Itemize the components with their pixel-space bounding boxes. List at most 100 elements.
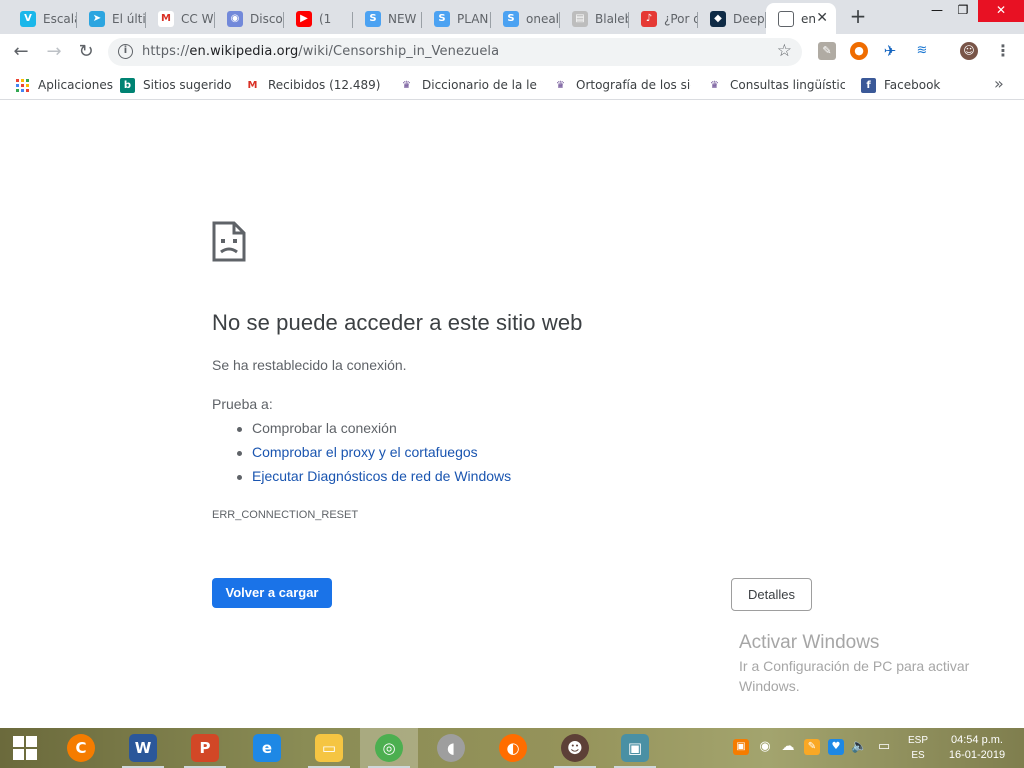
tab-8[interactable]: Soneal — [491, 3, 560, 34]
taskbar-app-4[interactable]: e — [238, 728, 296, 768]
speaker-app-icon: ◖ — [437, 734, 465, 762]
tray-extension-icon[interactable]: ✎ — [804, 739, 820, 755]
close-window-button[interactable]: ✕ — [978, 0, 1024, 22]
youtube-icon: ▶ — [296, 10, 312, 27]
tab-title: El últi — [112, 11, 146, 26]
tab-2[interactable]: ➤ El últi — [77, 3, 146, 34]
back-button[interactable]: ← — [10, 41, 32, 63]
clock[interactable]: 04:54 p.m. 16-01-2019 — [944, 733, 1010, 763]
site-info-icon[interactable]: i — [118, 44, 133, 59]
suggestion-item: Comprobar la conexión — [236, 420, 511, 444]
bookmark-item[interactable]: ♛ Ortografía de los sign — [553, 76, 691, 94]
bookmark-item[interactable]: ♛ Diccionario de la leng — [399, 76, 537, 94]
tab-3[interactable]: M CC W — [146, 3, 215, 34]
bookmark-star-icon[interactable]: ☆ — [777, 41, 792, 61]
bookmark-item[interactable]: b Sitios sugeridos — [120, 76, 232, 94]
toolbar: ← → ↻ i https://en.wikipedia.org/wiki/Ce… — [0, 34, 1024, 70]
tab-title: NEW — [388, 11, 417, 26]
bookmark-item[interactable]: ♛ Consultas lingüísticas — [707, 76, 845, 94]
watermark-title: Activar Windows — [739, 632, 880, 653]
tab-title: Blaleb — [595, 11, 629, 26]
tab-4[interactable]: ◉ Disco — [215, 3, 284, 34]
clock-date: 16-01-2019 — [948, 749, 1006, 761]
security-tray-icon[interactable]: ♥ — [828, 739, 844, 755]
bookmark-item[interactable]: M Recibidos (12.489) - s — [245, 76, 383, 94]
reload-page-button[interactable]: Volver a cargar — [212, 578, 332, 608]
taskbar-app-3[interactable]: P — [176, 728, 234, 768]
suggestion-link[interactable]: Comprobar el proxy y el cortafuegos — [236, 444, 511, 468]
error-code: ERR_CONNECTION_RESET — [212, 509, 359, 521]
taskbar-app-5[interactable]: ▭ — [300, 728, 358, 768]
tab-12[interactable]: en ✕ — [766, 3, 836, 34]
tab-title: Disco — [250, 11, 283, 26]
steem-extension-icon[interactable]: ≋ — [913, 42, 931, 60]
tab-11[interactable]: ◆ Deep — [698, 3, 766, 34]
taskbar-app-10[interactable]: ▣ — [606, 728, 664, 768]
error-subtitle: Se ha restablecido la conexión. — [212, 357, 407, 373]
plane-extension-icon[interactable]: ✈ — [881, 42, 899, 60]
bookmarks-bar: Aplicaciones b Sitios sugeridos M Recibidos … — [0, 70, 1024, 100]
tab-6[interactable]: S NEW — [353, 3, 422, 34]
tab-title: CC W — [181, 11, 214, 26]
volume-icon[interactable]: 🔈 — [851, 739, 867, 755]
discord-tray-icon[interactable]: ◉ — [757, 739, 773, 755]
firefox-icon: ◐ — [499, 734, 527, 762]
tab-1[interactable]: V Escala — [8, 3, 77, 34]
reload-button[interactable]: ↻ — [75, 41, 97, 63]
bookmark-label: Aplicaciones — [38, 78, 113, 92]
restore-button[interactable]: ❐ — [948, 0, 978, 22]
tab-title: Deep — [733, 11, 765, 26]
bookmarks-overflow-icon[interactable]: » — [994, 74, 1004, 93]
extension-icon[interactable]: ● — [850, 42, 868, 60]
language-indicator[interactable]: ESP ES — [908, 733, 928, 763]
discord-icon: ◉ — [227, 10, 243, 27]
tab-5[interactable]: ▶ (1 — [284, 3, 353, 34]
close-tab-icon[interactable]: ✕ — [816, 10, 828, 26]
taskbar-app-9[interactable]: ☻ — [546, 728, 604, 768]
taskbar-app-2[interactable]: W — [114, 728, 172, 768]
document-icon — [778, 10, 794, 27]
internet-explorer-icon: e — [253, 734, 281, 762]
url-text[interactable]: https://en.wikipedia.org/wiki/Censorship… — [142, 44, 499, 59]
new-tab-button[interactable]: + — [848, 6, 868, 26]
tab-title: (1 — [319, 11, 332, 26]
suggestions-list: Comprobar la conexión Comprobar el proxy … — [236, 420, 511, 492]
pdf-extension-icon[interactable]: ✎ — [818, 42, 836, 60]
clock-time: 04:54 p.m. — [951, 734, 1003, 746]
bookmark-item[interactable]: Aplicaciones — [15, 76, 115, 94]
bookmark-item[interactable]: f Facebook — [861, 76, 951, 94]
suggestion-link[interactable]: Ejecutar Diagnósticos de red de Windows — [236, 468, 511, 492]
activate-windows-watermark: Activar Windows Ir a Configuración de PC… — [739, 632, 999, 696]
more-menu-icon[interactable]: ⋮ — [995, 42, 1011, 60]
vimeo-icon: V — [20, 10, 36, 27]
tab-title: Escala — [43, 11, 77, 26]
address-bar[interactable]: i https://en.wikipedia.org/wiki/Censorsh… — [108, 38, 802, 66]
tab-title: PLAN — [457, 11, 489, 26]
profile-avatar[interactable]: ☺ — [960, 42, 978, 60]
nutbox-icon: ♪ — [641, 10, 657, 27]
tray-app-icon[interactable]: ▣ — [733, 739, 749, 755]
bookmark-label: Facebook — [884, 78, 941, 92]
photos-app-icon: ▣ — [621, 734, 649, 762]
ccleaner-icon: C — [67, 734, 95, 762]
forward-button[interactable]: → — [43, 41, 65, 63]
onedrive-icon[interactable]: ☁ — [780, 739, 796, 755]
tab-10[interactable]: ♪ ¿Por q — [629, 3, 698, 34]
start-button[interactable] — [0, 728, 50, 768]
tab-title: en — [801, 11, 816, 26]
bookmark-label: Diccionario de la leng — [422, 78, 537, 92]
taskbar-app-1[interactable]: C — [52, 728, 110, 768]
steemit-icon: S — [365, 10, 381, 27]
bookmark-label: Sitios sugeridos — [143, 78, 232, 92]
game-app-icon: ☻ — [561, 734, 589, 762]
taskbar-app-7[interactable]: ◖ — [422, 728, 480, 768]
taskbar-app-6[interactable]: ◎ — [360, 728, 418, 768]
rae-icon: ♛ — [553, 77, 568, 93]
network-icon[interactable]: ▭ — [876, 739, 892, 755]
taskbar: C W Pe ▭ ◎ ◖ ◐ ☻ ▣ ▣ ◉ ☁ ✎ ♥ 🔈 ▭ ESP ES 04:54 p.… — [0, 728, 1024, 768]
taskbar-app-8[interactable]: ◐ — [484, 728, 542, 768]
tab-9[interactable]: ▤ Blaleb — [560, 3, 629, 34]
gmail-icon: M — [158, 10, 174, 27]
tab-7[interactable]: S PLAN — [422, 3, 491, 34]
details-button[interactable]: Detalles — [731, 578, 812, 611]
